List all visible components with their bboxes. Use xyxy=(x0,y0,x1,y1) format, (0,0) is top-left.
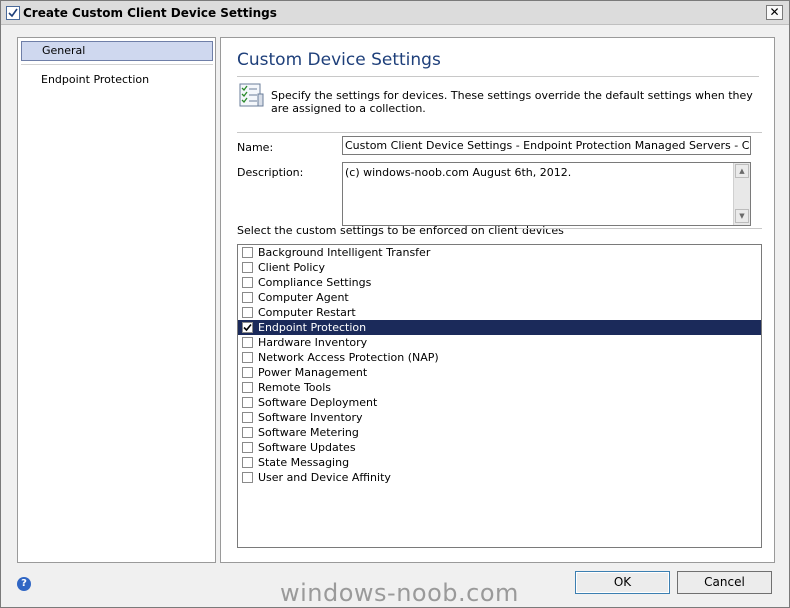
setting-label: Compliance Settings xyxy=(258,276,372,289)
setting-label: Software Updates xyxy=(258,441,356,454)
name-field[interactable]: Custom Client Device Settings - Endpoint… xyxy=(342,136,751,155)
setting-item[interactable]: Remote Tools xyxy=(238,380,761,395)
checkbox[interactable] xyxy=(242,442,253,453)
content-pane: Custom Device Settings Specify the setti… xyxy=(220,37,775,563)
setting-label: Software Inventory xyxy=(258,411,363,424)
checkbox[interactable] xyxy=(242,457,253,468)
description-field[interactable]: (c) windows-noob.com August 6th, 2012. ▲… xyxy=(342,162,751,226)
setting-item[interactable]: Power Management xyxy=(238,365,761,380)
setting-label: Power Management xyxy=(258,366,368,379)
setting-item[interactable]: Compliance Settings xyxy=(238,275,761,290)
title-divider xyxy=(237,76,759,77)
dialog-window: Create Custom Client Device Settings ✕ G… xyxy=(0,0,790,608)
app-icon xyxy=(6,6,20,20)
scroll-up-icon[interactable]: ▲ xyxy=(735,164,749,178)
navigation-pane: General Endpoint Protection xyxy=(17,37,216,563)
setting-item[interactable]: State Messaging xyxy=(238,455,761,470)
settings-list-icon xyxy=(237,82,265,108)
setting-label: Endpoint Protection xyxy=(258,321,367,334)
setting-item[interactable]: Software Metering xyxy=(238,425,761,440)
window-title: Create Custom Client Device Settings xyxy=(23,6,277,20)
setting-item[interactable]: Software Inventory xyxy=(238,410,761,425)
settings-divider xyxy=(517,228,762,229)
checkbox[interactable] xyxy=(242,397,253,408)
setting-label: Background Intelligent Transfer xyxy=(258,246,431,259)
checkbox[interactable] xyxy=(242,382,253,393)
checkbox[interactable] xyxy=(242,277,253,288)
setting-label: User and Device Affinity xyxy=(258,471,391,484)
intro-text: Specify the settings for devices. These … xyxy=(271,89,753,115)
title-bar[interactable]: Create Custom Client Device Settings ✕ xyxy=(1,1,789,25)
description-label: Description: xyxy=(237,166,304,179)
checkbox-checked[interactable] xyxy=(242,322,253,333)
setting-item[interactable]: Software Deployment xyxy=(238,395,761,410)
page-title: Custom Device Settings xyxy=(237,50,441,70)
checkbox[interactable] xyxy=(242,427,253,438)
checkbox[interactable] xyxy=(242,307,253,318)
nav-divider xyxy=(21,64,213,65)
setting-item[interactable]: Client Policy xyxy=(238,260,761,275)
settings-list: Background Intelligent Transfer Client P… xyxy=(237,244,762,548)
checkbox[interactable] xyxy=(242,262,253,273)
setting-label: Software Deployment xyxy=(258,396,378,409)
section-divider xyxy=(237,132,762,133)
setting-label: Computer Restart xyxy=(258,306,356,319)
name-label: Name: xyxy=(237,141,274,154)
checkbox[interactable] xyxy=(242,472,253,483)
checkbox[interactable] xyxy=(242,337,253,348)
nav-item-general[interactable]: General xyxy=(21,41,213,61)
settings-list-label: Select the custom settings to be enforce… xyxy=(237,224,564,237)
setting-item[interactable]: User and Device Affinity xyxy=(238,470,761,485)
setting-label: Network Access Protection (NAP) xyxy=(258,351,439,364)
setting-item[interactable]: Computer Agent xyxy=(238,290,761,305)
setting-item[interactable]: Software Updates xyxy=(238,440,761,455)
setting-label: Remote Tools xyxy=(258,381,332,394)
scroll-down-icon[interactable]: ▼ xyxy=(735,209,749,223)
description-scrollbar[interactable]: ▲ ▼ xyxy=(733,163,750,225)
setting-item[interactable]: Hardware Inventory xyxy=(238,335,761,350)
setting-label: State Messaging xyxy=(258,456,350,469)
checkbox[interactable] xyxy=(242,367,253,378)
setting-label: Client Policy xyxy=(258,261,325,274)
setting-item-selected[interactable]: Endpoint Protection xyxy=(238,320,761,335)
description-text: (c) windows-noob.com August 6th, 2012. xyxy=(345,166,572,179)
checkbox[interactable] xyxy=(242,247,253,258)
close-icon[interactable]: ✕ xyxy=(766,5,783,20)
checkbox[interactable] xyxy=(242,412,253,423)
setting-item[interactable]: Background Intelligent Transfer xyxy=(238,245,761,260)
help-icon[interactable]: ? xyxy=(17,577,31,591)
nav-item-endpoint-protection[interactable]: Endpoint Protection xyxy=(21,71,213,91)
checkbox[interactable] xyxy=(242,292,253,303)
setting-label: Computer Agent xyxy=(258,291,349,304)
setting-label: Hardware Inventory xyxy=(258,336,368,349)
setting-item[interactable]: Computer Restart xyxy=(238,305,761,320)
cancel-button[interactable]: Cancel xyxy=(677,571,772,594)
watermark-text: windows-noob.com xyxy=(280,579,519,607)
checkbox[interactable] xyxy=(242,352,253,363)
setting-label: Software Metering xyxy=(258,426,359,439)
ok-button[interactable]: OK xyxy=(575,571,670,594)
setting-item[interactable]: Network Access Protection (NAP) xyxy=(238,350,761,365)
